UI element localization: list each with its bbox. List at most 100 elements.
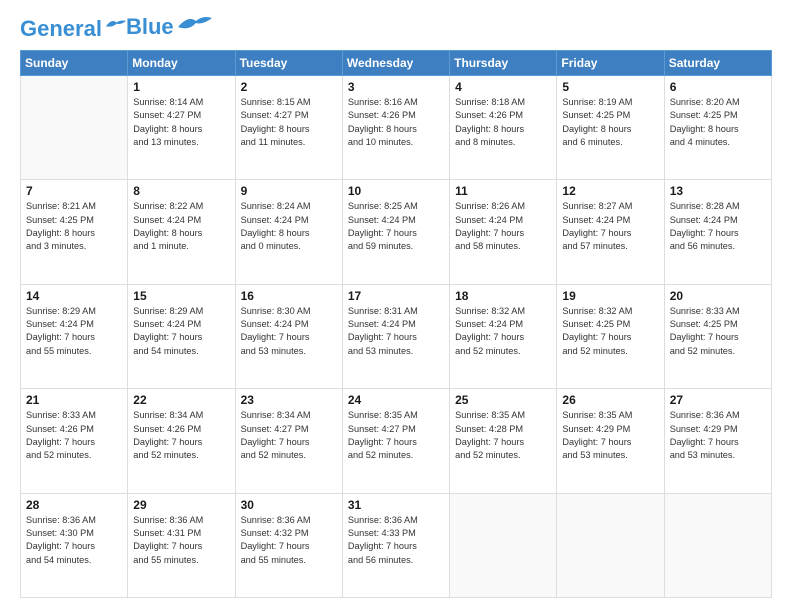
day-number: 15 — [133, 289, 229, 303]
day-number: 24 — [348, 393, 444, 407]
day-number: 22 — [133, 393, 229, 407]
weekday-header-thursday: Thursday — [450, 51, 557, 76]
cell-info: Sunrise: 8:36 AMSunset: 4:30 PMDaylight:… — [26, 514, 122, 567]
weekday-header-saturday: Saturday — [664, 51, 771, 76]
day-number: 4 — [455, 80, 551, 94]
calendar-cell: 19Sunrise: 8:32 AMSunset: 4:25 PMDayligh… — [557, 284, 664, 388]
day-number: 21 — [26, 393, 122, 407]
day-number: 10 — [348, 184, 444, 198]
week-row-2: 7Sunrise: 8:21 AMSunset: 4:25 PMDaylight… — [21, 180, 772, 284]
day-number: 20 — [670, 289, 766, 303]
logo-bird-icon — [106, 18, 126, 32]
cell-info: Sunrise: 8:33 AMSunset: 4:25 PMDaylight:… — [670, 305, 766, 358]
weekday-header-wednesday: Wednesday — [342, 51, 449, 76]
calendar-cell: 20 Sunrise: 8:33 AMSunset: 4:25 PMDayligh… — [664, 284, 771, 388]
cell-info: Sunrise: 8:29 AMSunset: 4:24 PMDaylight:… — [133, 305, 229, 358]
cell-info: Sunrise: 8:35 AMSunset: 4:27 PMDaylight:… — [348, 409, 444, 462]
calendar-cell: 25Sunrise: 8:35 AMSunset: 4:28 PMDayligh… — [450, 389, 557, 493]
day-number: 19 — [562, 289, 658, 303]
calendar-cell: 5 Sunrise: 8:19 AMSunset: 4:25 PMDaylight… — [557, 76, 664, 180]
page: General Blue SundayMondayTuesdayWednesda… — [0, 0, 792, 612]
logo-text: General — [20, 18, 102, 40]
day-number: 23 — [241, 393, 337, 407]
cell-info: Sunrise: 8:28 AMSunset: 4:24 PMDaylight:… — [670, 200, 766, 253]
calendar-cell — [450, 493, 557, 597]
calendar-cell: 22Sunrise: 8:34 AMSunset: 4:26 PMDayligh… — [128, 389, 235, 493]
cell-info: Sunrise: 8:21 AMSunset: 4:25 PMDaylight:… — [26, 200, 122, 253]
cell-info: Sunrise: 8:16 AMSunset: 4:26 PMDaylight:… — [348, 96, 444, 149]
day-number: 30 — [241, 498, 337, 512]
calendar-cell: 24 Sunrise: 8:35 AMSunset: 4:27 PMDayligh… — [342, 389, 449, 493]
calendar-cell: 9Sunrise: 8:24 AMSunset: 4:24 PMDaylight… — [235, 180, 342, 284]
header: General Blue — [20, 18, 772, 40]
day-number: 28 — [26, 498, 122, 512]
cell-info: Sunrise: 8:29 AMSunset: 4:24 PMDaylight:… — [26, 305, 122, 358]
day-number: 29 — [133, 498, 229, 512]
cell-info: Sunrise: 8:35 AMSunset: 4:28 PMDaylight:… — [455, 409, 551, 462]
calendar-cell: 10 Sunrise: 8:25 AMSunset: 4:24 PMDayligh… — [342, 180, 449, 284]
day-number: 5 — [562, 80, 658, 94]
weekday-header-monday: Monday — [128, 51, 235, 76]
calendar-cell: 27 Sunrise: 8:36 AMSunset: 4:29 PMDayligh… — [664, 389, 771, 493]
cell-info: Sunrise: 8:36 AMSunset: 4:33 PMDaylight:… — [348, 514, 444, 567]
calendar-cell: 15 Sunrise: 8:29 AMSunset: 4:24 PMDayligh… — [128, 284, 235, 388]
day-number: 11 — [455, 184, 551, 198]
day-number: 1 — [133, 80, 229, 94]
day-number: 18 — [455, 289, 551, 303]
calendar-cell: 12Sunrise: 8:27 AMSunset: 4:24 PMDayligh… — [557, 180, 664, 284]
weekday-header-row: SundayMondayTuesdayWednesdayThursdayFrid… — [21, 51, 772, 76]
cell-info: Sunrise: 8:35 AMSunset: 4:29 PMDaylight:… — [562, 409, 658, 462]
cell-info: Sunrise: 8:36 AMSunset: 4:29 PMDaylight:… — [670, 409, 766, 462]
cell-info: Sunrise: 8:14 AMSunset: 4:27 PMDaylight:… — [133, 96, 229, 149]
calendar-cell: 14 Sunrise: 8:29 AMSunset: 4:24 PMDayligh… — [21, 284, 128, 388]
cell-info: Sunrise: 8:36 AMSunset: 4:32 PMDaylight:… — [241, 514, 337, 567]
weekday-header-tuesday: Tuesday — [235, 51, 342, 76]
calendar-cell: 1 Sunrise: 8:14 AMSunset: 4:27 PMDaylight… — [128, 76, 235, 180]
day-number: 16 — [241, 289, 337, 303]
day-number: 27 — [670, 393, 766, 407]
day-number: 31 — [348, 498, 444, 512]
cell-info: Sunrise: 8:36 AMSunset: 4:31 PMDaylight:… — [133, 514, 229, 567]
day-number: 17 — [348, 289, 444, 303]
calendar-cell — [664, 493, 771, 597]
weekday-header-friday: Friday — [557, 51, 664, 76]
calendar-cell — [557, 493, 664, 597]
cell-info: Sunrise: 8:19 AMSunset: 4:25 PMDaylight:… — [562, 96, 658, 149]
calendar-cell: 16 Sunrise: 8:30 AMSunset: 4:24 PMDayligh… — [235, 284, 342, 388]
calendar-cell: 8 Sunrise: 8:22 AMSunset: 4:24 PMDaylight… — [128, 180, 235, 284]
calendar-cell — [21, 76, 128, 180]
day-number: 26 — [562, 393, 658, 407]
weekday-header-sunday: Sunday — [21, 51, 128, 76]
calendar-cell: 29 Sunrise: 8:36 AMSunset: 4:31 PMDayligh… — [128, 493, 235, 597]
calendar-cell: 26 Sunrise: 8:35 AMSunset: 4:29 PMDayligh… — [557, 389, 664, 493]
day-number: 6 — [670, 80, 766, 94]
calendar-cell: 23Sunrise: 8:34 AMSunset: 4:27 PMDayligh… — [235, 389, 342, 493]
calendar-table: SundayMondayTuesdayWednesdayThursdayFrid… — [20, 50, 772, 598]
calendar-cell: 11 Sunrise: 8:26 AMSunset: 4:24 PMDayligh… — [450, 180, 557, 284]
week-row-1: 1 Sunrise: 8:14 AMSunset: 4:27 PMDaylight… — [21, 76, 772, 180]
week-row-4: 21Sunrise: 8:33 AMSunset: 4:26 PMDayligh… — [21, 389, 772, 493]
calendar-cell: 17 Sunrise: 8:31 AMSunset: 4:24 PMDayligh… — [342, 284, 449, 388]
logo: General Blue — [20, 18, 212, 40]
cell-info: Sunrise: 8:26 AMSunset: 4:24 PMDaylight:… — [455, 200, 551, 253]
day-number: 9 — [241, 184, 337, 198]
calendar-cell: 3 Sunrise: 8:16 AMSunset: 4:26 PMDaylight… — [342, 76, 449, 180]
calendar-cell: 7Sunrise: 8:21 AMSunset: 4:25 PMDaylight… — [21, 180, 128, 284]
cell-info: Sunrise: 8:32 AMSunset: 4:24 PMDaylight:… — [455, 305, 551, 358]
week-row-3: 14 Sunrise: 8:29 AMSunset: 4:24 PMDayligh… — [21, 284, 772, 388]
calendar-cell: 21Sunrise: 8:33 AMSunset: 4:26 PMDayligh… — [21, 389, 128, 493]
calendar-cell: 13 Sunrise: 8:28 AMSunset: 4:24 PMDayligh… — [664, 180, 771, 284]
day-number: 13 — [670, 184, 766, 198]
calendar-cell: 4Sunrise: 8:18 AMSunset: 4:26 PMDaylight… — [450, 76, 557, 180]
calendar-cell: 6 Sunrise: 8:20 AMSunset: 4:25 PMDaylight… — [664, 76, 771, 180]
cell-info: Sunrise: 8:20 AMSunset: 4:25 PMDaylight:… — [670, 96, 766, 149]
cell-info: Sunrise: 8:30 AMSunset: 4:24 PMDaylight:… — [241, 305, 337, 358]
cell-info: Sunrise: 8:22 AMSunset: 4:24 PMDaylight:… — [133, 200, 229, 253]
calendar-cell: 28 Sunrise: 8:36 AMSunset: 4:30 PMDayligh… — [21, 493, 128, 597]
day-number: 8 — [133, 184, 229, 198]
day-number: 3 — [348, 80, 444, 94]
cell-info: Sunrise: 8:25 AMSunset: 4:24 PMDaylight:… — [348, 200, 444, 253]
cell-info: Sunrise: 8:15 AMSunset: 4:27 PMDaylight:… — [241, 96, 337, 149]
cell-info: Sunrise: 8:31 AMSunset: 4:24 PMDaylight:… — [348, 305, 444, 358]
day-number: 14 — [26, 289, 122, 303]
